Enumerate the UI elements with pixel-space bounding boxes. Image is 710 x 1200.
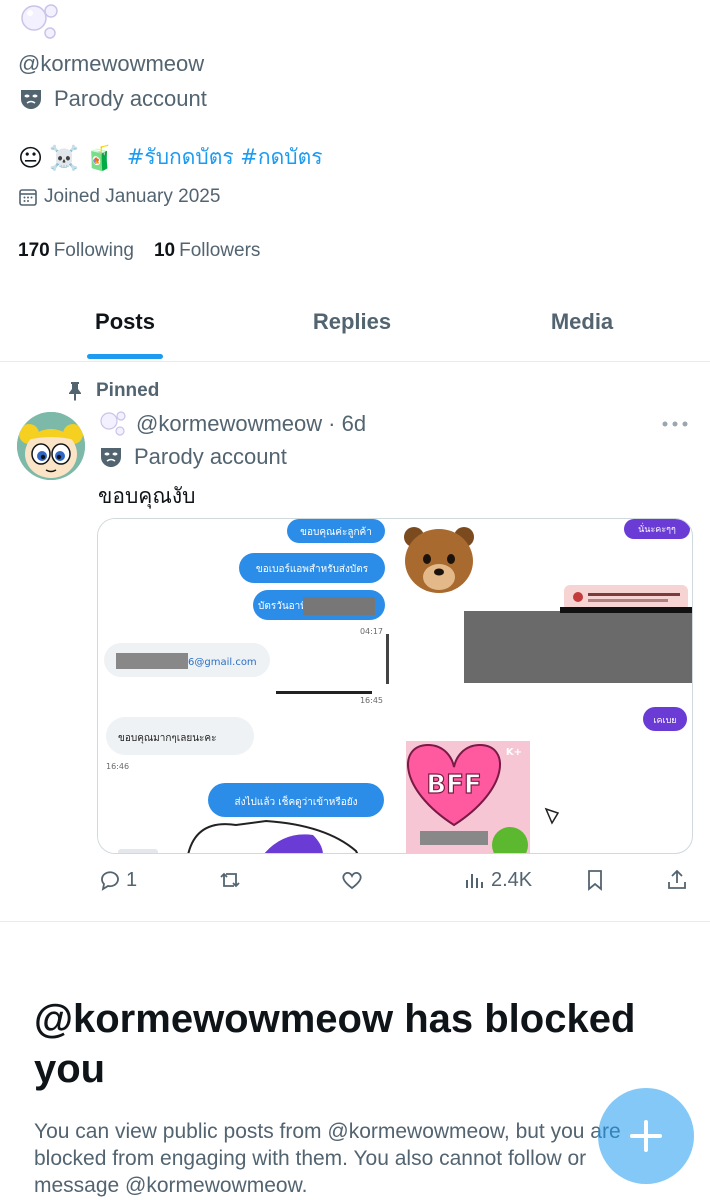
kplus-label: K+	[506, 747, 522, 758]
calendar-icon	[19, 189, 37, 206]
views-icon	[466, 874, 483, 888]
following-count: 170	[18, 240, 50, 261]
post-time[interactable]: · 6d	[328, 411, 366, 437]
post-header: @kormewowmeow · 6d	[98, 410, 366, 438]
reply-count: 1	[126, 868, 138, 891]
neutral-face-icon: 😐	[18, 143, 44, 172]
chat-right-purple: เคเบย	[653, 716, 676, 726]
parody-label-text: Parody account	[54, 86, 207, 111]
post-parody-label: Parody account	[98, 444, 287, 470]
more-options-icon[interactable]	[660, 416, 690, 432]
post-actions: 1 2.4K	[0, 868, 710, 898]
post-parody-text: Parody account	[134, 444, 287, 469]
divider	[0, 921, 710, 922]
joined-date: Joined January 2025	[18, 186, 220, 208]
blocked-description: You can view public posts from @kormewow…	[34, 1120, 621, 1197]
chat-bubble-4: ขอบคุณมากๆเลยนะคะ	[118, 733, 216, 744]
reply-button[interactable]: 1	[98, 868, 137, 892]
pinned-label: Pinned	[66, 380, 159, 402]
bubbles-icon	[21, 4, 58, 39]
profile-bio: 😐 ☠️ 🧃 #รับกดบัตร #กดบัตร	[18, 141, 323, 174]
following-link[interactable]: 170 Following	[18, 240, 134, 262]
bookmark-icon	[588, 870, 602, 891]
profile-tabs: Posts Replies Media	[0, 282, 710, 362]
following-label: Following	[53, 240, 134, 261]
joined-text: Joined January 2025	[44, 186, 221, 207]
repost-icon	[220, 872, 240, 888]
chat-bubble-5: ส่งไปแล้ว เช็คดูว่าเข้าหรือยัง	[235, 794, 358, 808]
tab-media[interactable]: Media	[462, 282, 702, 362]
theater-mask-icon	[21, 90, 41, 109]
chat-email: 6@gmail.com	[188, 657, 257, 668]
parody-label: Parody account	[18, 86, 207, 112]
share-icon	[668, 869, 686, 889]
followers-link[interactable]: 10 Followers	[154, 240, 260, 262]
bookmark-button[interactable]	[583, 868, 607, 892]
follow-stats: 170 Following 10 Followers	[18, 240, 260, 262]
blocked-title: @kormewowmeow has blocked you	[34, 997, 636, 1091]
compose-button[interactable]	[598, 1088, 694, 1184]
bio-hashtags[interactable]: #รับกดบัตร #กดบัตร	[127, 141, 323, 174]
skull-crossbones-icon: ☠️	[49, 143, 79, 172]
pin-icon	[69, 382, 81, 401]
chat-bubble-1: ขอบคุณค่ะลูกค้า	[300, 526, 372, 538]
bubbles-icon	[100, 411, 126, 436]
juice-box-icon: 🧃	[84, 143, 115, 172]
bear-emoji-icon	[404, 527, 474, 593]
profile-handle: @kormewowmeow	[18, 51, 205, 76]
share-button[interactable]	[665, 868, 689, 892]
tab-posts[interactable]: Posts	[0, 282, 250, 362]
chat-time-1: 04:17	[360, 627, 383, 636]
followers-count: 10	[153, 240, 176, 261]
heart-icon	[342, 871, 362, 890]
avatar[interactable]	[17, 412, 85, 480]
bff-label: BFF	[426, 770, 481, 800]
active-tab-indicator	[87, 354, 163, 359]
chat-time-3: 16:46	[106, 762, 129, 771]
views-button[interactable]: 2.4K	[463, 868, 532, 892]
post-media[interactable]: ขอบคุณค่ะลูกค้า ขอเบอร์แอพสำหรับส่งบัตร …	[97, 518, 693, 854]
like-button[interactable]	[340, 868, 364, 892]
plus-icon	[630, 1120, 662, 1152]
views-count: 2.4K	[491, 868, 533, 891]
pinned-text: Pinned	[96, 380, 160, 401]
followers-label: Followers	[179, 240, 261, 261]
reply-icon	[101, 871, 119, 891]
chat-time-2: 16:45	[360, 696, 383, 705]
post-handle[interactable]: @kormewowmeow	[136, 411, 322, 437]
tab-replies[interactable]: Replies	[222, 282, 482, 362]
post-text: ขอบคุณงับ	[98, 484, 196, 508]
theater-mask-icon	[101, 448, 121, 467]
chat-bubble-2: ขอเบอร์แอพสำหรับส่งบัตร	[256, 563, 369, 575]
repost-button[interactable]	[218, 868, 242, 892]
